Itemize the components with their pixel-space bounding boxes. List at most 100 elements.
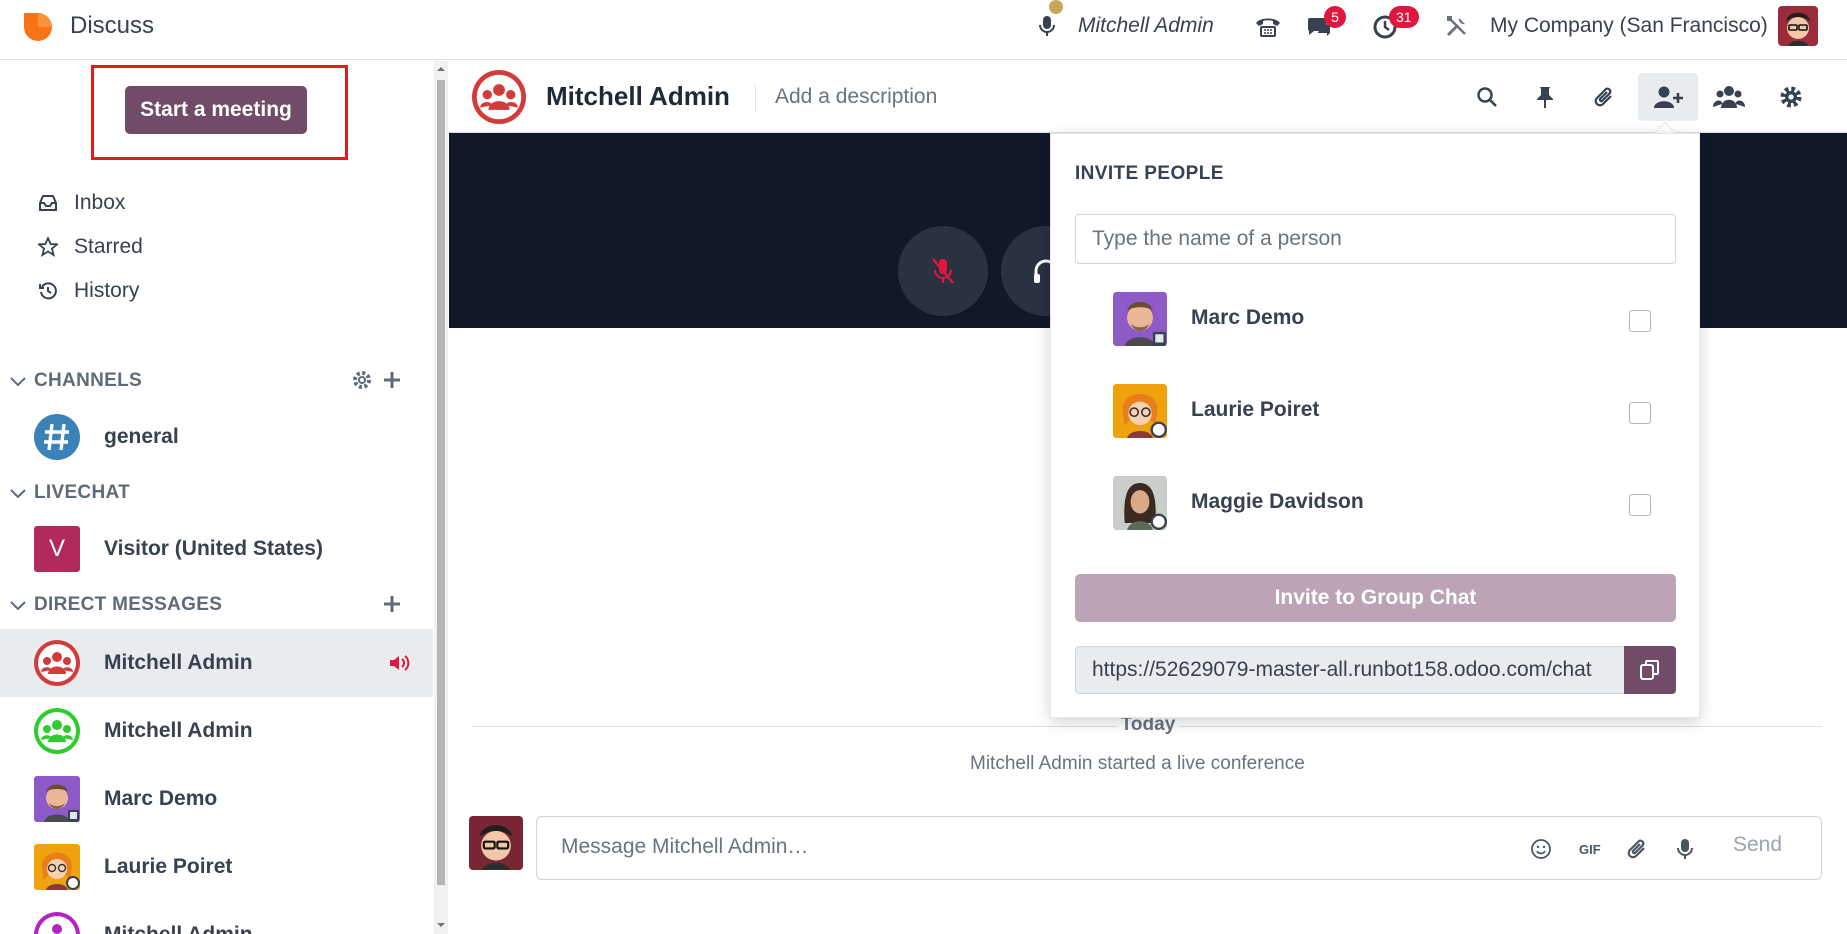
phone-icon[interactable]: [1254, 14, 1282, 38]
invite-search-input[interactable]: [1075, 214, 1676, 264]
conference-notification: Mitchell Admin started a live conference: [970, 753, 1305, 774]
copy-icon: [1640, 660, 1659, 680]
dm-name: Mitchell Admin: [104, 651, 253, 674]
pinned-messages-button[interactable]: [1515, 73, 1575, 121]
company-switcher[interactable]: My Company (San Francisco): [1490, 14, 1768, 38]
group-avatar-icon: [34, 708, 80, 754]
livechat-name: Visitor (United States): [104, 537, 323, 560]
chevron-down-icon[interactable]: [6, 593, 30, 617]
message-input[interactable]: Message Mitchell Admin…: [561, 835, 808, 859]
invite-to-group-chat-button[interactable]: Invite to Group Chat: [1075, 574, 1676, 622]
mailbox-label: Inbox: [74, 191, 126, 214]
chevron-down-icon[interactable]: [6, 369, 30, 393]
search-button[interactable]: [1457, 73, 1517, 121]
mailbox-inbox[interactable]: Inbox: [36, 183, 416, 223]
dm-name: Mitchell Admin: [104, 923, 253, 934]
laurie-poiret-avatar: [34, 844, 80, 890]
sidebar-scroll-thumb[interactable]: [437, 80, 445, 885]
debug-tools-icon[interactable]: [1445, 14, 1469, 38]
dm-name: Laurie Poiret: [104, 855, 233, 878]
dm-item-laurie-poiret[interactable]: Laurie Poiret: [0, 833, 433, 901]
channel-name: general: [104, 425, 179, 448]
call-user-name[interactable]: Mitchell Admin: [1078, 14, 1214, 38]
paperclip-icon: [1594, 87, 1612, 107]
user-avatar[interactable]: [1778, 6, 1818, 46]
person-name: Maggie Davidson: [1191, 490, 1364, 513]
dm-item-marc-demo[interactable]: Marc Demo: [0, 765, 433, 833]
plus-icon[interactable]: [381, 369, 403, 391]
category-channels[interactable]: CHANNELS: [0, 361, 433, 401]
paperclip-icon[interactable]: [1626, 837, 1650, 861]
message-composer[interactable]: Message Mitchell Admin… GIF Send: [536, 816, 1822, 880]
dm-item-mitchell-admin[interactable]: Mitchell Admin: [0, 901, 433, 934]
copy-link-button[interactable]: [1624, 646, 1676, 694]
laurie-poiret-avatar: [1113, 384, 1167, 438]
maggie-davidson-avatar: [1113, 476, 1167, 530]
gif-icon[interactable]: GIF: [1577, 837, 1605, 861]
dm-name: Mitchell Admin: [104, 719, 253, 742]
mailbox-label: Starred: [74, 235, 143, 258]
gear-icon: [1780, 86, 1802, 108]
livechat-item-visitor[interactable]: V Visitor (United States): [0, 516, 433, 582]
scroll-up-arrow-icon[interactable]: [436, 64, 446, 74]
invite-people-button[interactable]: [1638, 73, 1698, 121]
dm-name: Marc Demo: [104, 787, 218, 810]
person-checkbox[interactable]: [1629, 310, 1651, 332]
attachments-button[interactable]: [1575, 73, 1635, 121]
group-avatar-icon: [472, 70, 526, 124]
discuss-logo-icon[interactable]: [22, 11, 54, 43]
mailbox-starred[interactable]: Starred: [36, 227, 416, 267]
invite-people-popover: INVITE PEOPLE Marc Demo Laurie Poiret Ma…: [1050, 133, 1700, 718]
category-livechat[interactable]: LIVECHAT: [0, 473, 433, 513]
invite-link-field[interactable]: https://52629079-master-all.runbot158.od…: [1075, 646, 1624, 694]
thread-header: Mitchell Admin Add a description: [449, 61, 1847, 133]
plus-icon[interactable]: [381, 593, 403, 615]
date-separator-line: [1179, 726, 1822, 727]
channel-hash-icon: [34, 414, 80, 460]
gear-icon[interactable]: [351, 369, 373, 391]
group-avatar-icon: [34, 640, 80, 686]
mailbox-label: History: [74, 279, 140, 302]
inbox-icon: [36, 191, 60, 215]
top-navbar: Discuss Mitchell Admin 5 31 My Company (…: [0, 0, 1847, 60]
current-user-avatar: [469, 816, 523, 870]
category-direct-messages[interactable]: DIRECT MESSAGES: [0, 585, 433, 625]
channel-item-general[interactable]: general: [0, 404, 433, 470]
toggle-mute-button[interactable]: [898, 226, 988, 316]
add-user-icon: [1654, 86, 1683, 108]
invite-person-row[interactable]: Maggie Davidson: [1051, 466, 1701, 536]
scroll-down-arrow-icon[interactable]: [436, 920, 446, 930]
users-icon: [1713, 86, 1745, 108]
microphone-icon[interactable]: [1037, 14, 1057, 38]
search-icon: [1477, 87, 1497, 107]
chevron-down-icon[interactable]: [6, 481, 30, 505]
app-title[interactable]: Discuss: [70, 12, 154, 40]
person-name: Laurie Poiret: [1191, 398, 1320, 421]
microphone-icon[interactable]: [1673, 837, 1697, 861]
person-checkbox[interactable]: [1629, 494, 1651, 516]
visitor-avatar: V: [34, 526, 80, 572]
status-dot: [1049, 0, 1063, 14]
thread-name[interactable]: Mitchell Admin: [546, 81, 730, 112]
speaker-volume-icon: [390, 655, 410, 671]
dm-item-mitchell-admin[interactable]: Mitchell Admin: [0, 629, 433, 697]
person-name: Marc Demo: [1191, 306, 1305, 329]
microphone-muted-icon: [932, 258, 954, 284]
members-button[interactable]: [1699, 73, 1759, 121]
emoji-icon[interactable]: [1529, 837, 1553, 861]
category-title: CHANNELS: [34, 370, 142, 391]
star-icon: [36, 235, 60, 259]
invite-title: INVITE PEOPLE: [1075, 163, 1224, 184]
dm-item-mitchell-admin[interactable]: Mitchell Admin: [0, 697, 433, 765]
invite-person-row[interactable]: Marc Demo: [1051, 282, 1701, 352]
category-title: LIVECHAT: [34, 482, 130, 503]
group-avatar-icon: [34, 912, 80, 934]
thread-description[interactable]: Add a description: [775, 85, 937, 109]
mailbox-history[interactable]: History: [36, 271, 416, 311]
start-meeting-button[interactable]: Start a meeting: [125, 86, 307, 134]
send-button[interactable]: Send: [1733, 833, 1782, 857]
invite-person-row[interactable]: Laurie Poiret: [1051, 374, 1701, 444]
person-checkbox[interactable]: [1629, 402, 1651, 424]
history-icon: [36, 279, 60, 303]
settings-button[interactable]: [1761, 73, 1821, 121]
